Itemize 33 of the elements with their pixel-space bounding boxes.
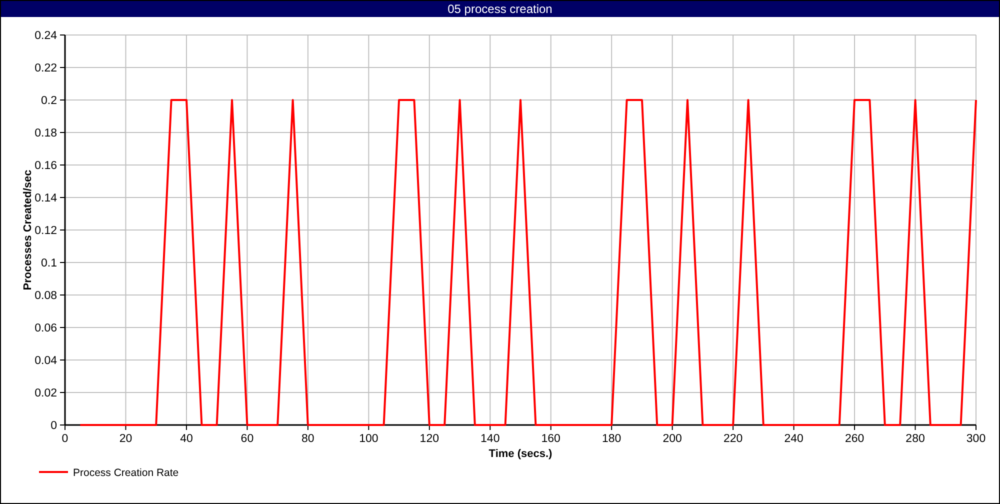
tick-label: 20 [119,433,132,445]
tick-label: 260 [844,433,864,445]
tick-label: 100 [359,433,378,445]
tick-label: 0.12 [34,225,57,237]
tick-label: 0.02 [34,388,57,400]
tick-label: 200 [662,433,682,445]
tick-label: 0.08 [34,290,57,302]
tick-label: 40 [180,433,193,445]
tick-label: 0.06 [34,322,57,334]
tick-label: 0.04 [34,355,57,367]
tick-label: 0.14 [34,192,57,204]
tick-label: 0 [50,420,57,432]
tick-label: 120 [420,433,439,445]
tick-label: 280 [906,433,925,445]
tick-label: 220 [723,433,743,445]
tick-label: 240 [784,433,804,445]
tick-label: 80 [302,433,314,445]
tick-label: 0 [62,433,68,445]
tick-label: 140 [480,433,500,445]
legend-label: Process Creation Rate [73,467,179,479]
tick-label: 160 [541,433,560,445]
tick-label: 180 [602,433,622,445]
tick-label: 0.1 [41,258,57,270]
window-title: 05 process creation [448,1,552,17]
tick-label: 0.24 [34,30,57,42]
tick-label: 300 [966,433,986,445]
y-axis-label: Processes Created/sec [22,170,34,290]
tick-label: 0.16 [34,160,57,172]
tick-label: 0.2 [41,95,57,107]
tick-label: 0.18 [34,128,57,140]
tick-label: 60 [240,433,254,445]
x-axis-label: Time (secs.) [488,448,552,460]
tick-label: 0.22 [34,62,57,74]
